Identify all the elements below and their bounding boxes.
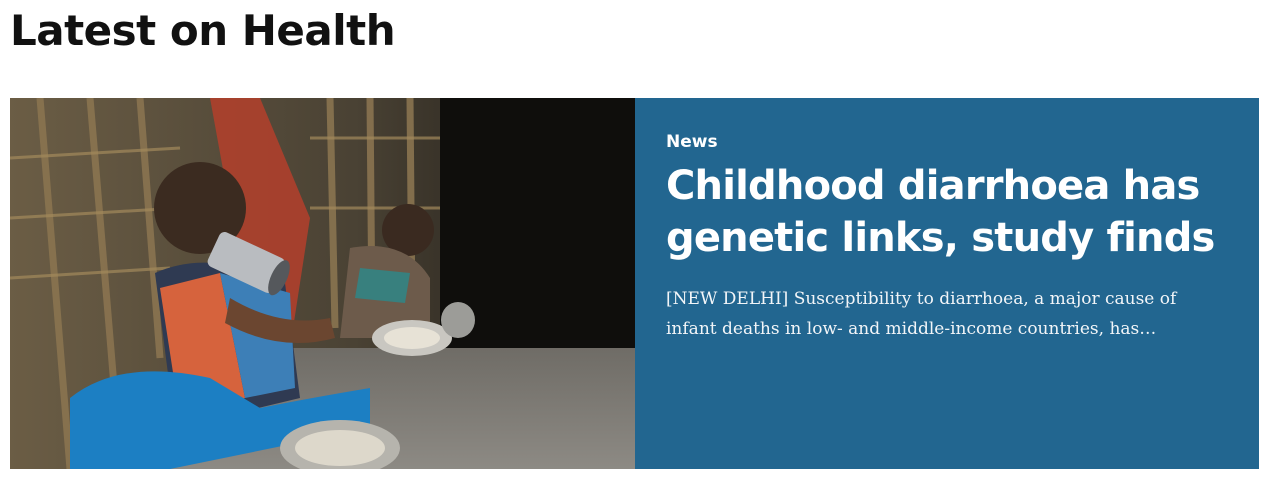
article-headline[interactable]: Childhood diarrhoea has genetic links, s…	[666, 160, 1229, 264]
section-title: Latest on Health	[10, 6, 396, 55]
article-image[interactable]	[10, 98, 635, 469]
children-eating-meal-on-floor-photo	[10, 98, 635, 469]
article-text-panel[interactable]: News Childhood diarrhoea has genetic lin…	[635, 98, 1259, 469]
article-card[interactable]: News Childhood diarrhoea has genetic lin…	[10, 98, 1259, 469]
article-category[interactable]: News	[666, 130, 718, 154]
article-excerpt: [NEW DELHI] Susceptibility to diarrhoea,…	[666, 289, 1177, 339]
